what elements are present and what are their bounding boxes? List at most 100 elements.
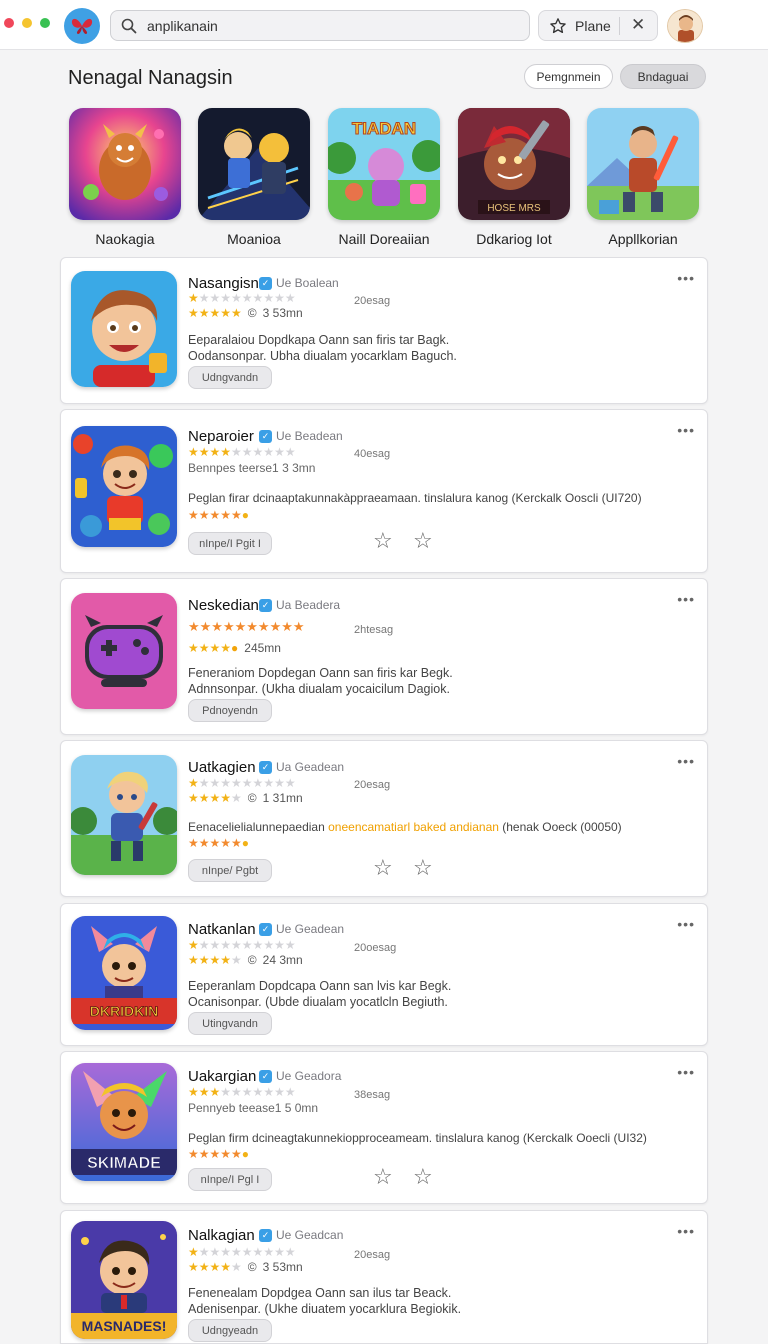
- app-icon[interactable]: MASNADES!: [71, 1221, 177, 1339]
- description-line: Adnnsonpar. (Ukha diualam yocaicilum Dag…: [188, 682, 450, 696]
- verified-badge: ✓ Ue Geadcan: [259, 1228, 343, 1242]
- segment-right-button[interactable]: Bndaguai: [620, 64, 706, 89]
- app-card[interactable]: MASNADES! Nalkagian ✓ Ue Geadcan ••• ★★★…: [60, 1210, 708, 1344]
- description-line: Ocanisonpar. (Ubde diualam yocatlcln Beg…: [188, 995, 448, 1009]
- developer-name: Ue Geadean: [276, 922, 345, 936]
- rating-stars: ★★★★★ © 24 3mn: [188, 953, 303, 967]
- category-tag[interactable]: nInpe/I Pgl I: [188, 1168, 272, 1191]
- time-ago: 2htesag: [354, 624, 394, 636]
- more-options-icon[interactable]: •••: [677, 591, 695, 607]
- star-outline-icon[interactable]: ☆: [373, 855, 393, 881]
- rating-stars-top: ★★★★★★★★★★: [188, 938, 296, 952]
- star-outline-icon[interactable]: ☆: [373, 528, 393, 554]
- app-card[interactable]: Uatkagien ✓ Ua Geadean ••• ★★★★★★★★★★ 20…: [60, 740, 708, 897]
- category-tag[interactable]: Utingvandn: [188, 1012, 272, 1035]
- more-options-icon[interactable]: •••: [677, 916, 695, 932]
- rating-stars-top: ★★★★★★★★★★: [188, 776, 296, 790]
- section-title: Nenagal Nanagsin: [68, 67, 233, 89]
- more-options-icon[interactable]: •••: [677, 1223, 695, 1239]
- featured-item[interactable]: Appllkorian: [587, 108, 705, 247]
- more-options-icon[interactable]: •••: [677, 270, 695, 286]
- category-tag[interactable]: Udngvandn: [188, 366, 272, 389]
- app-card[interactable]: Neparoier ✓ Ue Beadean ••• ★★★★★★★★★★ 40…: [60, 409, 708, 573]
- description-line: Fenenealam Dopdgea Oann san ilus tar Bea…: [188, 1286, 452, 1300]
- verified-icon: ✓: [259, 598, 272, 612]
- app-card[interactable]: DKRIDKIN Natkanlan ✓ Ue Geadean ••• ★★★★…: [60, 903, 708, 1046]
- app-card[interactable]: Neskedian ✓ Ua Beadera ••• ★★★★★★★★★★ 2h…: [60, 578, 708, 735]
- app-title[interactable]: Natkanlan: [188, 921, 256, 938]
- star-outline-icon[interactable]: ☆: [373, 1164, 393, 1190]
- app-icon-text: SKIMADE: [87, 1155, 161, 1172]
- featured-thumbnail[interactable]: [198, 108, 310, 220]
- app-icon[interactable]: [71, 271, 177, 387]
- segment-left-button[interactable]: Pemgnmein: [524, 64, 613, 89]
- star-outline-icon[interactable]: ☆: [413, 855, 433, 881]
- developer-name: Ua Beadera: [276, 598, 341, 612]
- featured-thumbnail[interactable]: [587, 108, 699, 220]
- time-ago: 38esag: [354, 1089, 391, 1101]
- more-options-icon[interactable]: •••: [677, 422, 695, 438]
- more-options-icon[interactable]: •••: [677, 753, 695, 769]
- featured-art-text: HOSE MRS: [487, 203, 541, 214]
- app-title[interactable]: Uakargian: [188, 1068, 256, 1085]
- verified-badge: ✓ Ua Geadean: [259, 760, 344, 774]
- app-icon[interactable]: [71, 426, 177, 547]
- more-options-icon[interactable]: •••: [677, 1064, 695, 1080]
- star-outline-icon[interactable]: ☆: [413, 1164, 433, 1190]
- app-icon[interactable]: [71, 593, 177, 709]
- butterfly-icon: [71, 18, 93, 34]
- app-card[interactable]: Nasangisn ✓ Ue Boalean ••• ★★★★★★★★★★ 20…: [60, 257, 708, 404]
- verified-icon: ✓: [259, 922, 272, 936]
- verified-badge: ✓ Ue Boalean: [259, 276, 339, 290]
- featured-item[interactable]: TIADAN Naill Doreaiian: [328, 108, 446, 247]
- category-tag[interactable]: Pdnoyendn: [188, 699, 272, 722]
- rating-stars-top: ★★★★★★★★★★: [188, 291, 296, 305]
- rating-stars: ★★★★★ © 3 53mn: [188, 306, 303, 320]
- star-outline-icon[interactable]: ☆: [413, 528, 433, 554]
- plane-button[interactable]: Plane ✕: [538, 10, 658, 41]
- verified-icon: ✓: [259, 760, 272, 774]
- category-tag[interactable]: Udngyeadn: [188, 1319, 272, 1342]
- download-count: 245mn: [244, 641, 281, 655]
- description-line: Feneraniom Dopdegan Oann san firis kar B…: [188, 666, 453, 680]
- featured-item[interactable]: Moanioa: [198, 108, 316, 247]
- app-icon[interactable]: SKIMADE: [71, 1063, 177, 1181]
- featured-thumbnail[interactable]: HOSE MRS: [458, 108, 570, 220]
- featured-item[interactable]: Naokagia: [69, 108, 187, 247]
- app-title[interactable]: Nasangisn: [188, 275, 259, 292]
- app-title[interactable]: Nalkagian: [188, 1227, 255, 1244]
- rating-stars: ★★★★★●: [188, 508, 250, 522]
- rating-stars: ★★★★★ © 1 31mn: [188, 791, 303, 805]
- app-icon[interactable]: DKRIDKIN: [71, 916, 177, 1030]
- verified-icon: ✓: [259, 429, 272, 443]
- maximize-window-dot[interactable]: [40, 18, 50, 28]
- minimize-window-dot[interactable]: [22, 18, 32, 28]
- app-logo[interactable]: [64, 8, 100, 44]
- app-icon-text: DKRIDKIN: [90, 1003, 158, 1019]
- featured-item[interactable]: HOSE MRS Ddkariog Iot: [458, 108, 576, 247]
- close-window-dot[interactable]: [4, 18, 14, 28]
- featured-thumbnail[interactable]: [69, 108, 181, 220]
- verified-badge: ✓ Ua Beadera: [259, 598, 340, 612]
- app-title[interactable]: Uatkagien: [188, 759, 256, 776]
- search-input[interactable]: [147, 17, 507, 34]
- category-tag[interactable]: nInpe/I Pgit I: [188, 532, 272, 555]
- description-line: Adenisenpar. (Ukhe diuatem yocarklura Be…: [188, 1302, 462, 1316]
- rating-stars-top: ★★★★★★★★★★: [188, 619, 305, 634]
- featured-label: Ddkariog Iot: [476, 231, 552, 247]
- app-icon[interactable]: [71, 755, 177, 875]
- featured-label: Appllkorian: [608, 231, 678, 247]
- time-ago: 20esag: [354, 1249, 391, 1261]
- user-avatar[interactable]: [667, 9, 703, 43]
- star-outline-icon[interactable]: [549, 17, 567, 35]
- close-icon[interactable]: ✕: [631, 15, 645, 35]
- app-card[interactable]: SKIMADE Uakargian ✓ Ue Geadora ••• ★★★★★…: [60, 1051, 708, 1204]
- app-subline: Pennyeb teease1 5 0mn: [188, 1101, 319, 1115]
- app-title[interactable]: Neparoier: [188, 428, 254, 445]
- search-bar[interactable]: [110, 10, 530, 41]
- featured-thumbnail[interactable]: TIADAN: [328, 108, 440, 220]
- category-tag[interactable]: nInpe/ Pgbt: [188, 859, 272, 882]
- app-title[interactable]: Neskedian: [188, 597, 259, 614]
- verified-icon: ✓: [259, 276, 272, 290]
- verified-badge: ✓ Ue Beadean: [259, 429, 343, 443]
